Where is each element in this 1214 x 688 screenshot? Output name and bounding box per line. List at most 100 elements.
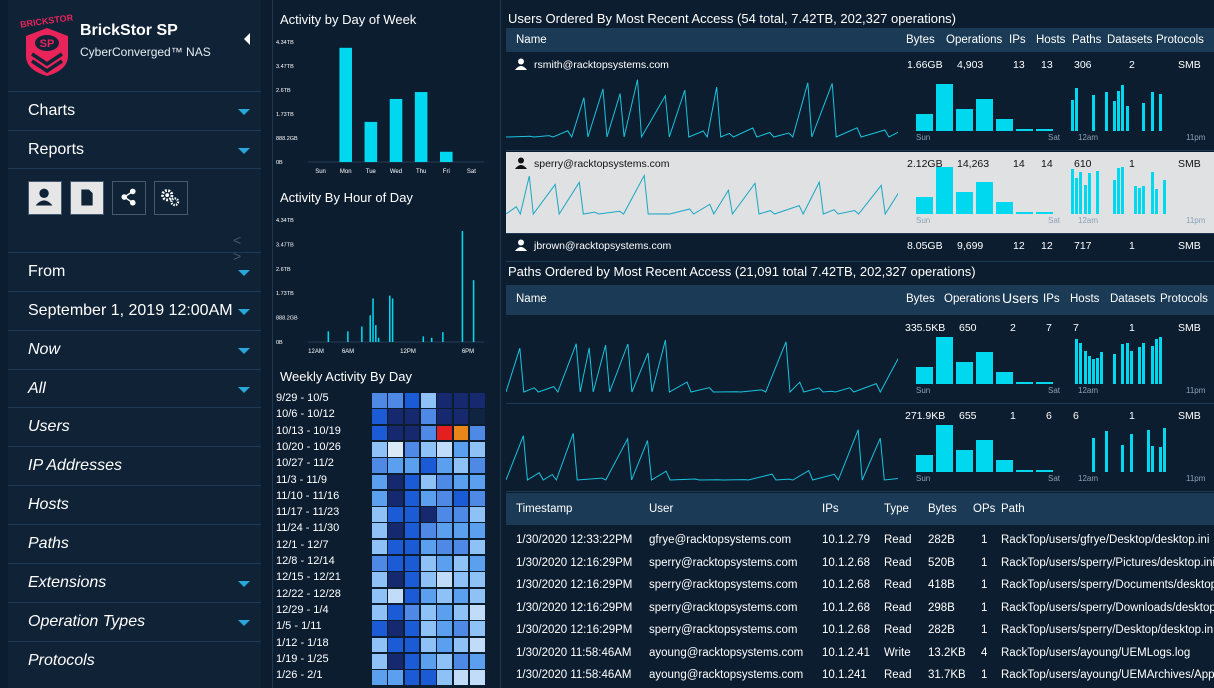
heatmap-cell[interactable] [388, 604, 404, 620]
heatmap-cell[interactable] [420, 539, 436, 555]
heatmap-cell[interactable] [404, 393, 420, 408]
heatmap-cell[interactable] [420, 458, 436, 473]
log-row[interactable]: 1/30/2020 12:16:29PM sperry@racktopsystem… [506, 598, 1214, 620]
sidebar-item-protocols[interactable]: Protocols [8, 641, 261, 679]
heatmap-cell[interactable] [469, 670, 485, 685]
sidebar-item-from[interactable]: From [8, 252, 261, 290]
heatmap-cell[interactable] [372, 621, 387, 636]
heatmap-cell[interactable] [420, 604, 436, 620]
heatmap-cell[interactable] [372, 670, 387, 685]
heatmap-cell[interactable] [469, 409, 485, 425]
day-bar[interactable] [364, 121, 378, 162]
heatmap-cell[interactable] [372, 572, 387, 588]
sidebar-item-users[interactable]: Users [8, 407, 261, 445]
heatmap-cell[interactable] [388, 393, 404, 408]
heatmap-cell[interactable] [420, 441, 436, 457]
col-hosts[interactable]: Hosts [1070, 293, 1099, 305]
heatmap-cell[interactable] [453, 653, 469, 669]
heatmap-cell[interactable] [404, 425, 420, 441]
heatmap-cell[interactable] [388, 458, 404, 473]
col-path[interactable]: Path [1001, 503, 1025, 515]
heatmap-cell[interactable] [437, 441, 452, 457]
heatmap-cell[interactable] [437, 393, 452, 408]
heatmap-cell[interactable] [469, 556, 485, 571]
file-report-button[interactable] [70, 181, 104, 215]
chevron-down-icon[interactable] [238, 620, 250, 626]
chevron-down-icon[interactable] [238, 348, 250, 354]
hour-bar[interactable] [472, 280, 475, 342]
col-protocols[interactable]: Protocols [1156, 34, 1204, 46]
heatmap-cell[interactable] [388, 409, 404, 425]
heatmap-cell[interactable] [437, 621, 452, 636]
heatmap-cell[interactable] [453, 425, 469, 441]
heatmap-cell[interactable] [388, 425, 404, 441]
heatmap-cell[interactable] [437, 458, 452, 473]
heatmap-cell[interactable] [404, 670, 420, 685]
heatmap-cell[interactable] [420, 572, 436, 588]
heatmap-cell[interactable] [372, 637, 387, 653]
col-datasets[interactable]: Datasets [1110, 293, 1155, 305]
heatmap-cell[interactable] [437, 539, 452, 555]
heatmap-cell[interactable] [453, 393, 469, 408]
col-paths[interactable]: Paths [1072, 34, 1101, 46]
heatmap-cell[interactable] [404, 409, 420, 425]
heatmap-cell[interactable] [388, 523, 404, 539]
heatmap-cell[interactable] [469, 474, 485, 490]
hour-bar[interactable] [461, 230, 464, 342]
heatmap-cell[interactable] [469, 523, 485, 539]
heatmap-cell[interactable] [469, 588, 485, 604]
hour-bar[interactable] [442, 332, 444, 342]
log-row[interactable]: 1/30/2020 12:16:29PM sperry@racktopsystem… [506, 620, 1214, 642]
heatmap-cell[interactable] [388, 490, 404, 506]
heatmap-cell[interactable] [388, 441, 404, 457]
heatmap-cell[interactable] [372, 556, 387, 571]
heatmap-cell[interactable] [469, 441, 485, 457]
col-bytes[interactable]: Bytes [906, 34, 935, 46]
heatmap-cell[interactable] [372, 393, 387, 408]
heatmap-cell[interactable] [372, 458, 387, 473]
log-row[interactable]: 1/30/2020 12:16:29PM sperry@racktopsystem… [506, 575, 1214, 597]
heatmap-cell[interactable] [453, 572, 469, 588]
col-type[interactable]: Type [884, 503, 909, 515]
heatmap-cell[interactable] [388, 621, 404, 636]
heatmap-cell[interactable] [437, 507, 452, 522]
heatmap-cell[interactable] [388, 637, 404, 653]
day-bar[interactable] [440, 151, 453, 162]
heatmap-cell[interactable] [404, 572, 420, 588]
day-bar[interactable] [414, 92, 428, 162]
heatmap-cell[interactable] [469, 637, 485, 653]
user-report-button[interactable] [28, 181, 62, 215]
heatmap-cell[interactable] [404, 523, 420, 539]
heatmap-cell[interactable] [372, 604, 387, 620]
heatmap-cell[interactable] [453, 556, 469, 571]
sidebar-item-ip-addresses[interactable]: IP Addresses [8, 446, 261, 484]
heatmap-cell[interactable] [404, 490, 420, 506]
heatmap-cell[interactable] [404, 588, 420, 604]
col-bytes[interactable]: Bytes [906, 293, 935, 305]
heatmap-cell[interactable] [420, 474, 436, 490]
chevron-down-icon[interactable] [238, 387, 250, 393]
hour-bar[interactable] [361, 326, 363, 342]
heatmap-cell[interactable] [420, 409, 436, 425]
heatmap-cell[interactable] [453, 637, 469, 653]
heatmap-cell[interactable] [404, 621, 420, 636]
heatmap-cell[interactable] [420, 393, 436, 408]
hour-bar[interactable] [430, 337, 433, 342]
heatmap-cell[interactable] [437, 588, 452, 604]
heatmap-cell[interactable] [453, 490, 469, 506]
heatmap-cell[interactable] [420, 425, 436, 441]
heatmap-cell[interactable] [469, 539, 485, 555]
heatmap-cell[interactable] [469, 621, 485, 636]
heatmap-cell[interactable] [469, 507, 485, 522]
path-row[interactable]: 271.9KB 655 1 6 6 1 SMB Sun Sat 12am 11pm [506, 404, 1214, 492]
day-bar[interactable] [389, 98, 403, 162]
sidebar-item-september-1-2019-12-00am[interactable]: September 1, 2019 12:00AM [8, 291, 261, 329]
heatmap-cell[interactable] [404, 653, 420, 669]
chevron-down-icon[interactable] [238, 270, 250, 276]
hour-bar[interactable] [377, 337, 380, 342]
sidebar-item-paths[interactable]: Paths [8, 524, 261, 562]
hour-bar[interactable] [422, 336, 425, 342]
path-row[interactable]: 335.5KB 650 2 7 7 1 SMB Sun Sat 12am 11pm [506, 316, 1214, 404]
heatmap-cell[interactable] [388, 653, 404, 669]
heatmap-cell[interactable] [437, 572, 452, 588]
